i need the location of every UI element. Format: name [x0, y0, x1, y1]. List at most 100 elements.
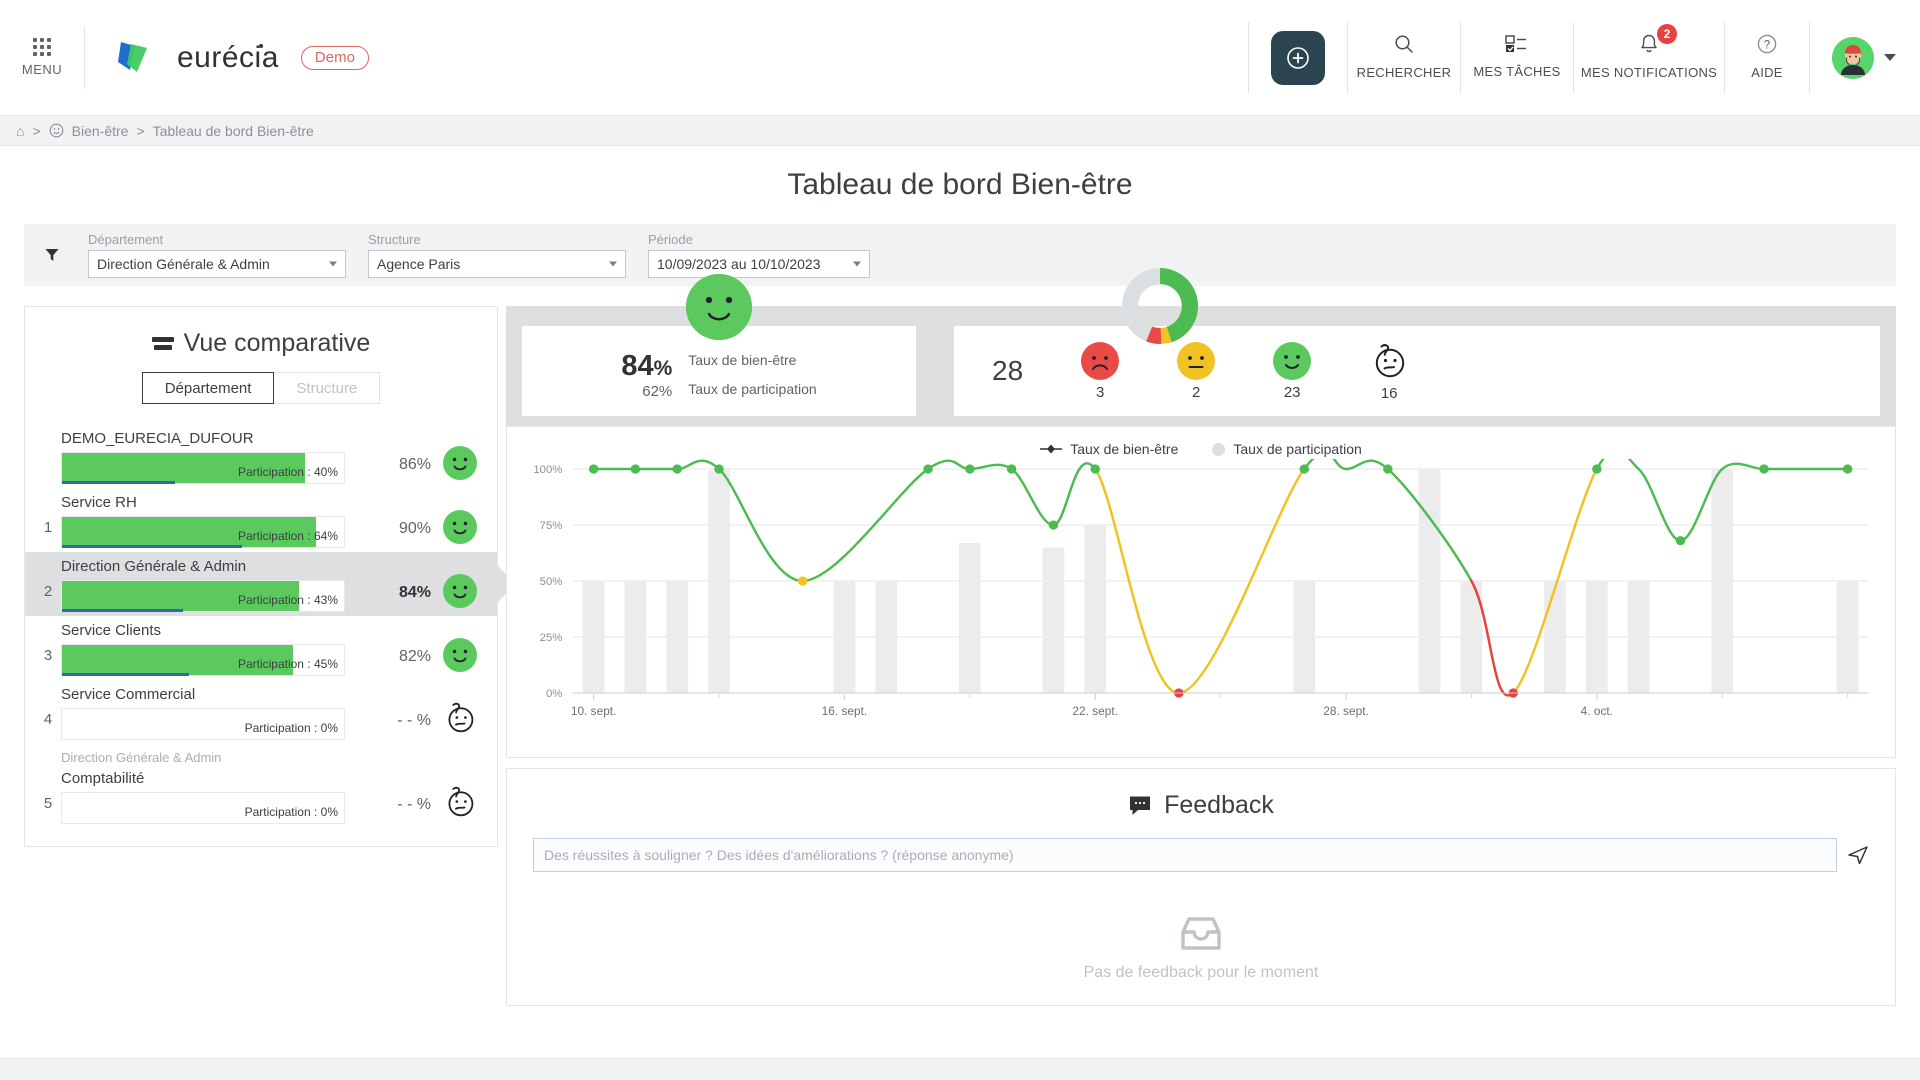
- filter-label: Département: [88, 232, 346, 247]
- mood-sad-count: 3: [1096, 384, 1104, 401]
- avatar: [1832, 37, 1874, 79]
- row-score: 86%: [383, 456, 437, 484]
- total-responses-count: 28: [992, 355, 1023, 387]
- confused-face-icon: [442, 784, 478, 820]
- comparative-tabs: Département Structure: [25, 372, 497, 404]
- nav-label: MES NOTIFICATIONS: [1581, 65, 1717, 80]
- row-participation-text: Participation : 45%: [238, 657, 338, 671]
- brand-name: eurécia: [177, 41, 279, 75]
- send-icon[interactable]: [1847, 838, 1869, 871]
- mood-sad: 3: [1081, 342, 1119, 401]
- add-button[interactable]: [1271, 31, 1325, 85]
- breadcrumb-item-current[interactable]: Tableau de bord Bien-être: [153, 123, 314, 139]
- filter-bar: Département Direction Générale & Admin S…: [24, 224, 1896, 286]
- comparative-row[interactable]: 5 Direction Générale & Admin Comptabilit…: [25, 744, 497, 828]
- row-participation-text: Participation : 0%: [245, 805, 338, 819]
- comparative-view-title: Vue comparative: [25, 329, 497, 358]
- wellbeing-data-point: [923, 464, 933, 473]
- participation-bar: [1544, 581, 1566, 693]
- smiley-icon: [49, 123, 64, 138]
- mood-no-answer: 16: [1369, 341, 1409, 402]
- comparative-row[interactable]: 4 Service Commercial Participation : 0% …: [25, 680, 497, 744]
- y-axis-tick-label: 25%: [540, 632, 563, 644]
- row-face: [437, 510, 483, 548]
- breadcrumb-home-icon[interactable]: ⌂: [16, 123, 24, 139]
- nav-item-mes-notifications[interactable]: 2 MES NOTIFICATIONS: [1574, 0, 1724, 115]
- comparative-row[interactable]: 2 Direction Générale & Admin Participati…: [25, 552, 497, 616]
- topbar-actions: RECHERCHER MES TÂCHES 2 MES NOTIFICATION…: [1248, 0, 1920, 115]
- happy-face-icon: [443, 510, 477, 544]
- comparative-row[interactable]: 1 Service RH Participation : 64% 90%: [25, 488, 497, 552]
- row-score: - - %: [383, 796, 437, 824]
- row-participation-line: [62, 609, 183, 612]
- row-progress-bar: Participation : 40%: [61, 452, 345, 484]
- happy-face-icon: [1273, 342, 1311, 380]
- row-score: - - %: [383, 712, 437, 740]
- eurecia-logo-icon: [111, 36, 155, 80]
- comment-icon: [1128, 795, 1152, 817]
- line-marker-icon: [1040, 443, 1062, 455]
- wellbeing-data-point: [1592, 464, 1602, 473]
- search-icon: [1392, 32, 1416, 56]
- legend-label: Taux de participation: [1233, 441, 1361, 457]
- dashboard-right-panel: 84% 62% Taux de bien-être Taux de partic…: [506, 306, 1896, 1006]
- nav-label: AIDE: [1751, 65, 1783, 80]
- row-body: DEMO_EURECIA_DUFOUR Participation : 40%: [61, 428, 383, 484]
- nav-item-mes-taches[interactable]: MES TÂCHES: [1461, 0, 1573, 115]
- wellbeing-trend-chart-card: Taux de bien-être Taux de participation …: [506, 426, 1896, 758]
- wellbeing-data-point: [798, 576, 808, 585]
- periode-select[interactable]: 10/09/2023 au 10/10/2023: [648, 250, 870, 278]
- feedback-title-text: Feedback: [1164, 791, 1274, 820]
- wellbeing-line-segment: [1053, 463, 1095, 525]
- y-axis-tick-label: 75%: [540, 520, 563, 532]
- wellbeing-line-segment: [677, 461, 719, 469]
- legend-item-participation[interactable]: Taux de participation: [1212, 441, 1361, 457]
- comparative-row-list: DEMO_EURECIA_DUFOUR Participation : 40% …: [25, 424, 497, 828]
- top-navigation-bar: MENU eurécia Demo: [0, 0, 1920, 116]
- legend-item-wellbeing[interactable]: Taux de bien-être: [1040, 441, 1178, 457]
- tab-structure[interactable]: Structure: [274, 372, 380, 404]
- confused-face-icon: [442, 700, 478, 736]
- participation-bar: [583, 581, 605, 693]
- participation-bar: [625, 581, 647, 693]
- tab-departement[interactable]: Département: [142, 372, 275, 404]
- wellbeing-kpi-card: 84% 62% Taux de bien-être Taux de partic…: [522, 326, 916, 416]
- row-score: 90%: [383, 520, 437, 548]
- bars-icon: [152, 337, 174, 350]
- participation-rate-label: Taux de participation: [688, 375, 816, 404]
- kpi-strip: 84% 62% Taux de bien-être Taux de partic…: [506, 306, 1896, 426]
- comparative-row[interactable]: 3 Service Clients Participation : 45% 82…: [25, 616, 497, 680]
- structure-value: Agence Paris: [377, 256, 460, 272]
- user-menu[interactable]: [1810, 0, 1920, 115]
- participation-bar: [1586, 581, 1608, 693]
- row-participation-line: [62, 545, 242, 548]
- structure-select[interactable]: Agence Paris: [368, 250, 626, 278]
- comparative-row[interactable]: DEMO_EURECIA_DUFOUR Participation : 40% …: [25, 424, 497, 488]
- happy-face-icon: [443, 638, 477, 672]
- feedback-input[interactable]: [533, 838, 1837, 872]
- wellbeing-rate-label: Taux de bien-être: [688, 346, 816, 375]
- row-score: 82%: [383, 648, 437, 676]
- menu-button[interactable]: MENU: [0, 0, 84, 115]
- nav-item-rechercher[interactable]: RECHERCHER: [1348, 0, 1460, 115]
- row-progress-bar: Participation : 0%: [61, 708, 345, 740]
- wellbeing-line-segment: [1346, 461, 1388, 469]
- row-body: Service RH Participation : 64%: [61, 492, 383, 548]
- wellbeing-line-segment: [1639, 469, 1681, 541]
- departement-select[interactable]: Direction Générale & Admin: [88, 250, 346, 278]
- row-face: [437, 784, 483, 824]
- happy-face-icon: [686, 274, 752, 340]
- filter-icon[interactable]: [44, 247, 60, 263]
- departement-value: Direction Générale & Admin: [97, 256, 270, 272]
- participation-bar: [1293, 581, 1315, 693]
- row-progress-bar: Participation : 45%: [61, 644, 345, 676]
- brand-area[interactable]: eurécia Demo: [85, 0, 395, 115]
- nav-item-aide[interactable]: ? AIDE: [1725, 0, 1809, 115]
- mood-donut-chart: [1116, 262, 1204, 355]
- feedback-empty-state: Pas de feedback pour le moment: [533, 916, 1869, 982]
- row-participation-text: Participation : 43%: [238, 593, 338, 607]
- wellbeing-rate-value: 84%: [621, 350, 672, 383]
- breadcrumb-item-bien-etre[interactable]: Bien-être: [72, 123, 129, 139]
- row-label: Service RH: [61, 492, 383, 513]
- nav-label: RECHERCHER: [1357, 65, 1452, 80]
